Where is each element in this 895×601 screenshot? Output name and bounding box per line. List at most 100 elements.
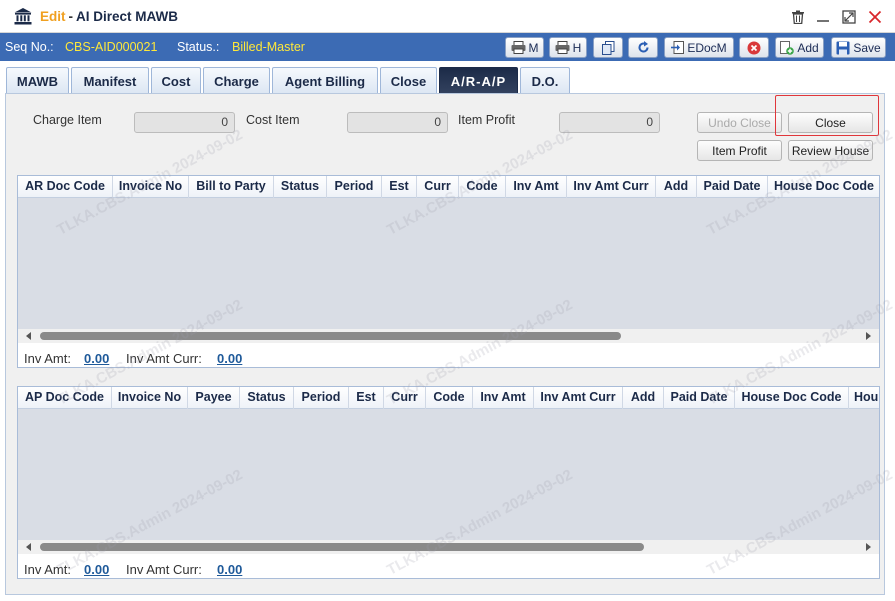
- ap-col-curr[interactable]: Curr: [384, 387, 426, 409]
- ar-col-add[interactable]: Add: [656, 176, 697, 198]
- add-button[interactable]: Add: [775, 37, 824, 58]
- record-toolbar: Seq No.: CBS-AID000021 Status.: Billed-M…: [0, 33, 895, 61]
- ar-col-est[interactable]: Est: [382, 176, 417, 198]
- ap-col-inv-amt[interactable]: Inv Amt: [473, 387, 534, 409]
- ap-col-house-truncated[interactable]: Hou: [849, 387, 879, 409]
- cost-item-field[interactable]: 0: [347, 112, 448, 133]
- ap-col-house-doc-code[interactable]: House Doc Code: [735, 387, 849, 409]
- scroll-right-icon[interactable]: [863, 331, 873, 341]
- ar-col-curr[interactable]: Curr: [417, 176, 459, 198]
- edocm-label: EDocM: [687, 40, 727, 55]
- ap-inv-amt-curr-value[interactable]: 0.00: [217, 562, 242, 577]
- print-h-button[interactable]: H: [549, 37, 587, 58]
- close-window-icon[interactable]: [868, 10, 882, 24]
- copy-icon: [601, 40, 614, 55]
- tab-agent-billing[interactable]: Agent Billing: [272, 67, 378, 94]
- maximize-icon[interactable]: [842, 10, 856, 24]
- refresh-button[interactable]: [628, 37, 658, 58]
- seq-no-label: Seq No.:: [5, 40, 54, 54]
- scroll-left-icon[interactable]: [24, 542, 34, 552]
- ap-col-add[interactable]: Add: [623, 387, 664, 409]
- close-button[interactable]: Close: [788, 112, 873, 133]
- ap-scroll-thumb[interactable]: [40, 543, 644, 551]
- tab-mawb[interactable]: MAWB: [6, 67, 69, 94]
- ar-inv-amt-label: Inv Amt:: [24, 351, 71, 366]
- review-house-button[interactable]: Review House: [788, 140, 873, 161]
- tab-close[interactable]: Close: [380, 67, 437, 94]
- printer-icon: [555, 41, 570, 54]
- ar-inv-amt-value[interactable]: 0.00: [84, 351, 109, 366]
- ar-col-status[interactable]: Status: [274, 176, 327, 198]
- bank-icon: [14, 8, 32, 25]
- ap-col-est[interactable]: Est: [349, 387, 384, 409]
- seq-no-value: CBS-AID000021: [65, 40, 158, 54]
- ar-col-paid-date[interactable]: Paid Date: [697, 176, 768, 198]
- ar-col-doc-code[interactable]: AR Doc Code: [18, 176, 113, 198]
- ar-scroll-thumb[interactable]: [40, 332, 621, 340]
- ar-col-inv-amt-curr[interactable]: Inv Amt Curr: [567, 176, 656, 198]
- ar-col-house-doc-code[interactable]: House Doc Code: [768, 176, 879, 198]
- ap-grid: AP Doc Code Invoice No Payee Status Peri…: [17, 386, 880, 579]
- minimize-icon[interactable]: [816, 10, 830, 24]
- save-button[interactable]: Save: [831, 37, 886, 58]
- print-m-label: M: [528, 40, 539, 55]
- ar-col-inv-amt[interactable]: Inv Amt: [506, 176, 567, 198]
- tab-manifest[interactable]: Manifest: [71, 67, 149, 94]
- window-mode: Edit: [40, 9, 66, 24]
- status-label: Status.:: [177, 40, 220, 54]
- item-profit-button[interactable]: Item Profit: [697, 140, 782, 161]
- cost-item-label: Cost Item: [246, 113, 300, 127]
- ar-grid-header: AR Doc Code Invoice No Bill to Party Sta…: [18, 176, 879, 198]
- add-label: Add: [797, 40, 819, 55]
- scroll-right-icon[interactable]: [863, 542, 873, 552]
- scroll-left-icon[interactable]: [24, 331, 34, 341]
- ar-col-period[interactable]: Period: [327, 176, 382, 198]
- trash-icon[interactable]: [791, 10, 805, 24]
- printer-icon: [511, 41, 525, 54]
- ap-col-code[interactable]: Code: [426, 387, 473, 409]
- ar-inv-amt-curr-label: Inv Amt Curr:: [126, 351, 202, 366]
- add-document-icon: [780, 40, 795, 55]
- tab-bar: MAWB Manifest Cost Charge Agent Billing …: [0, 61, 895, 94]
- print-m-button[interactable]: M: [505, 37, 544, 58]
- charge-item-label: Charge Item: [33, 113, 102, 127]
- ap-grid-footer: Inv Amt: 0.00 Inv Amt Curr: 0.00: [18, 554, 879, 578]
- cancel-icon: [747, 41, 761, 54]
- ap-inv-amt-curr-label: Inv Amt Curr:: [126, 562, 202, 577]
- ar-grid: AR Doc Code Invoice No Bill to Party Sta…: [17, 175, 880, 368]
- ar-horizontal-scrollbar[interactable]: [18, 329, 879, 343]
- ap-col-doc-code[interactable]: AP Doc Code: [18, 387, 112, 409]
- status-value: Billed-Master: [232, 40, 305, 54]
- save-label: Save: [853, 40, 881, 55]
- print-h-label: H: [572, 40, 582, 55]
- ap-col-status[interactable]: Status: [240, 387, 294, 409]
- ar-col-code[interactable]: Code: [459, 176, 506, 198]
- ar-col-invoice-no[interactable]: Invoice No: [113, 176, 189, 198]
- tab-ar-ap[interactable]: A/R-A/P: [439, 67, 518, 94]
- ap-grid-body: [18, 409, 879, 540]
- tab-cost[interactable]: Cost: [151, 67, 201, 94]
- item-profit-field[interactable]: 0: [559, 112, 660, 133]
- copy-button[interactable]: [593, 37, 623, 58]
- window-title: Edit - AI Direct MAWB: [40, 9, 178, 24]
- edocm-button[interactable]: EDocM: [664, 37, 734, 58]
- window-title-text: AI Direct MAWB: [76, 9, 179, 24]
- ap-inv-amt-value[interactable]: 0.00: [84, 562, 109, 577]
- ar-inv-amt-curr-value[interactable]: 0.00: [217, 351, 242, 366]
- undo-close-button[interactable]: Undo Close: [697, 112, 782, 133]
- tab-charge[interactable]: Charge: [203, 67, 270, 94]
- ap-col-period[interactable]: Period: [294, 387, 349, 409]
- charge-item-field[interactable]: 0: [134, 112, 235, 133]
- tab-do[interactable]: D.O.: [520, 67, 570, 94]
- title-separator: -: [68, 9, 74, 24]
- ap-col-paid-date[interactable]: Paid Date: [664, 387, 735, 409]
- refresh-icon: [638, 41, 648, 53]
- ar-grid-footer: Inv Amt: 0.00 Inv Amt Curr: 0.00: [18, 343, 879, 367]
- save-icon: [836, 41, 850, 54]
- ar-col-bill-to-party[interactable]: Bill to Party: [189, 176, 274, 198]
- ap-col-payee[interactable]: Payee: [188, 387, 240, 409]
- ap-col-inv-amt-curr[interactable]: Inv Amt Curr: [534, 387, 623, 409]
- ap-col-invoice-no[interactable]: Invoice No: [112, 387, 188, 409]
- ap-horizontal-scrollbar[interactable]: [18, 540, 879, 554]
- cancel-button[interactable]: [739, 37, 769, 58]
